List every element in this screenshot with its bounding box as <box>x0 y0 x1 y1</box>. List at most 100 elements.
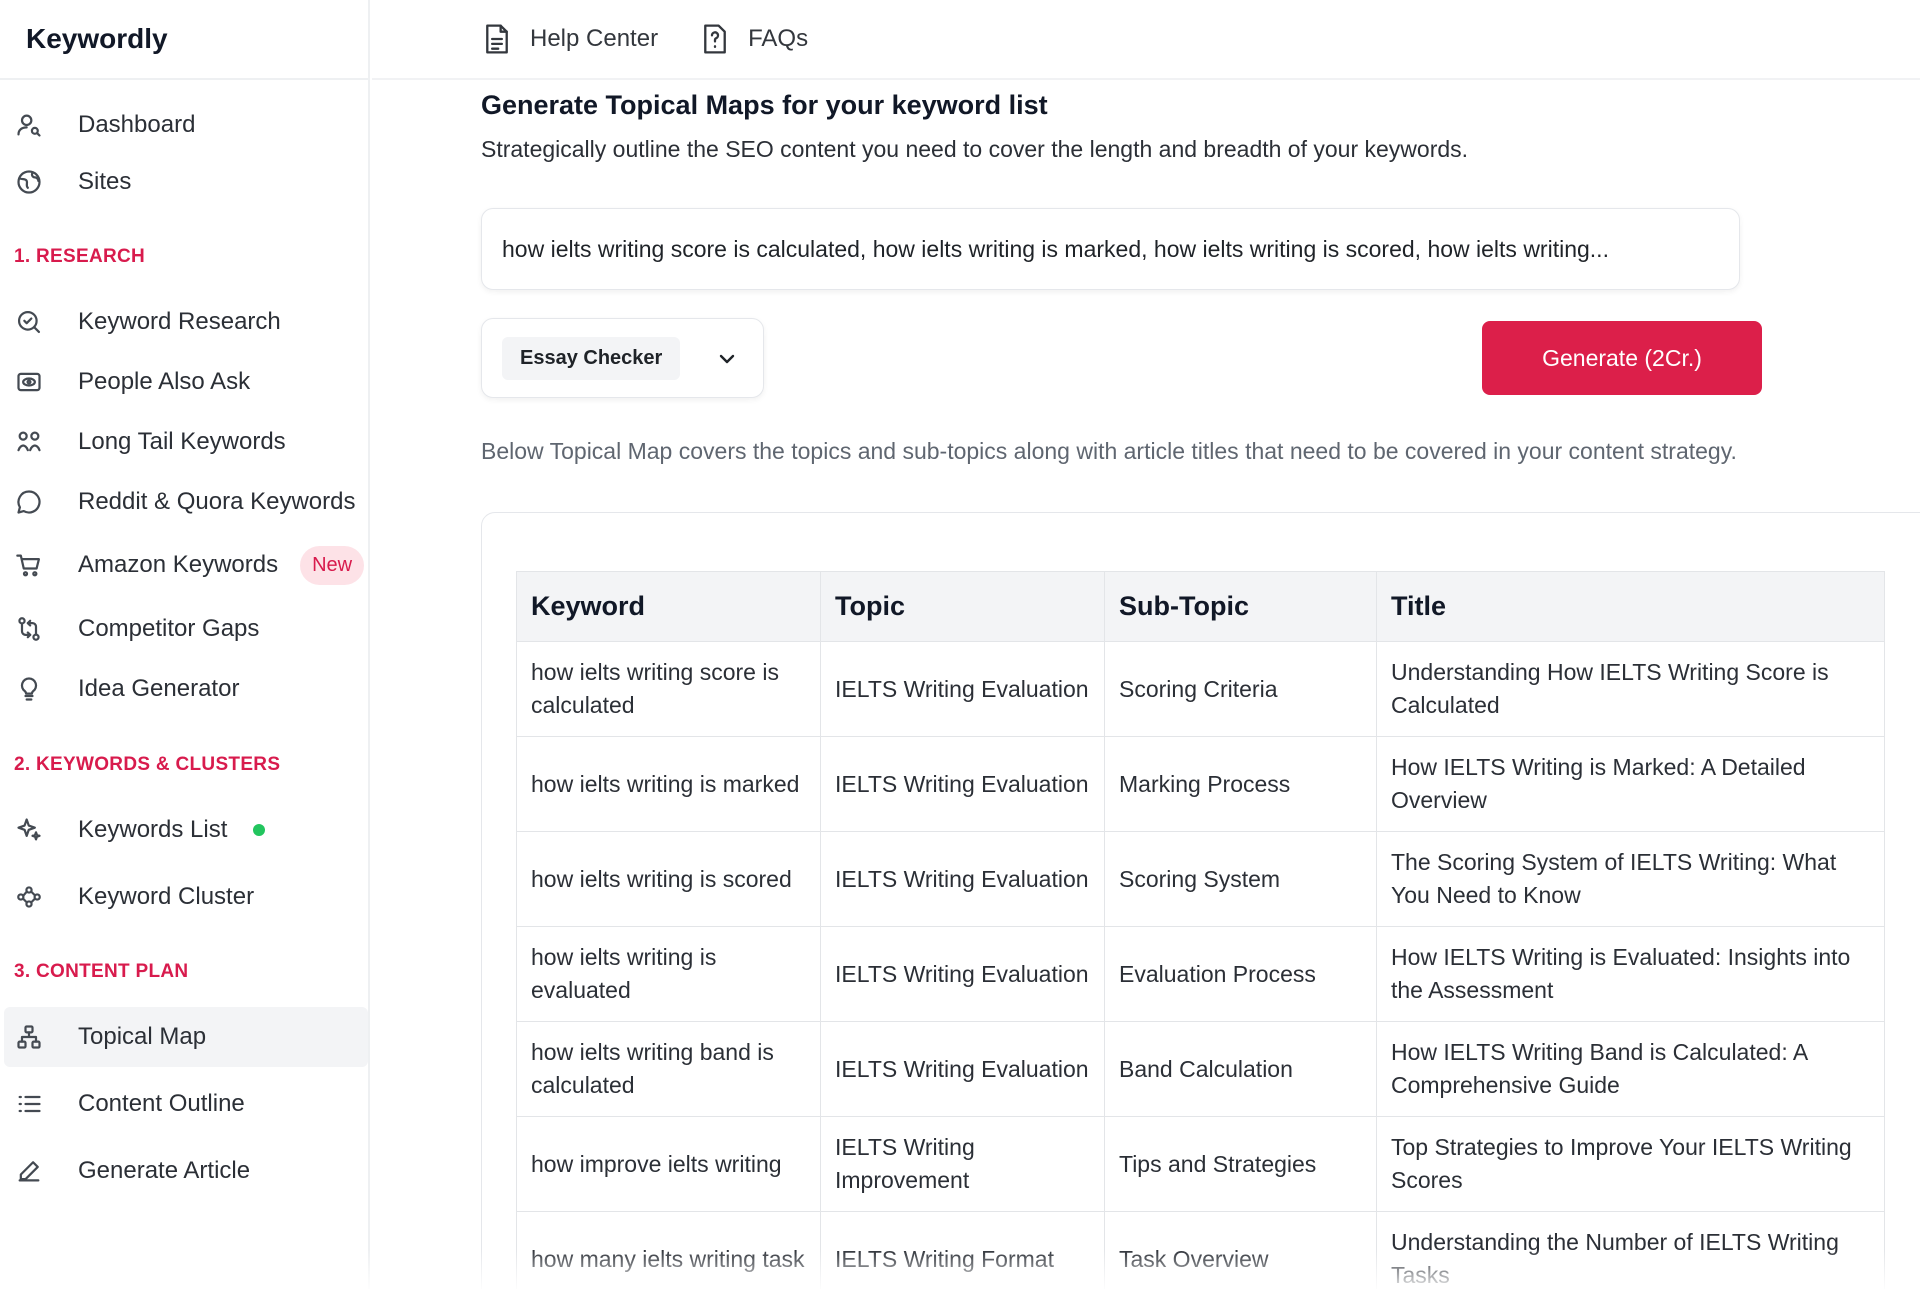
sidebar-item-competitor-gaps[interactable]: Competitor Gaps <box>0 601 368 657</box>
cell-topic: IELTS Writing Evaluation <box>820 926 1105 1022</box>
faqs-link[interactable]: FAQs <box>700 22 808 56</box>
sidebar-item-label: Idea Generator <box>78 675 240 702</box>
cell-keyword: how ielts writing is evaluated <box>516 926 821 1022</box>
git-compare-icon <box>14 614 44 644</box>
brand-logo[interactable]: Keywordly <box>0 0 368 80</box>
cell-topic: IELTS Writing Evaluation <box>820 641 1105 737</box>
sidebar-item-label: Keyword Cluster <box>78 883 255 910</box>
sidebar-item-reddit-quora[interactable]: Reddit & Quora Keywords <box>0 474 368 530</box>
user-icon <box>14 110 44 140</box>
sidebar-item-label: Keywords List <box>78 816 228 843</box>
sidebar-item-idea-generator[interactable]: Idea Generator <box>0 661 368 717</box>
sidebar-item-topical-map[interactable]: Topical Map <box>4 1007 368 1067</box>
sidebar: Keywordly Dashboard Sites 1. RESEARCH Ke… <box>0 0 370 1289</box>
globe-icon <box>14 167 44 197</box>
column-header-title[interactable]: Title <box>1376 571 1885 642</box>
search-icon <box>14 307 44 337</box>
sidebar-item-sites[interactable]: Sites <box>0 154 368 210</box>
cell-topic: IELTS Writing Evaluation <box>820 831 1105 927</box>
cell-sub-topic: Task Overview <box>1104 1211 1377 1289</box>
topical-map-table: Keyword Topic Sub-Topic Title how ielts … <box>516 571 1885 1289</box>
sidebar-item-label: Competitor Gaps <box>78 615 260 642</box>
column-header-sub-topic[interactable]: Sub-Topic <box>1104 571 1377 642</box>
sidebar-item-keyword-research[interactable]: Keyword Research <box>0 294 368 350</box>
column-header-topic[interactable]: Topic <box>820 571 1105 642</box>
cell-title: The Scoring System of IELTS Writing: Wha… <box>1376 831 1885 927</box>
generate-button[interactable]: Generate (2Cr.) <box>1482 321 1762 395</box>
cell-sub-topic: Evaluation Process <box>1104 926 1377 1022</box>
sidebar-item-label: Amazon Keywords <box>78 551 279 578</box>
cell-sub-topic: Scoring Criteria <box>1104 641 1377 737</box>
cell-topic: IELTS Writing Evaluation <box>820 736 1105 832</box>
section-research-label: 1. RESEARCH <box>14 246 146 267</box>
site-select-value: Essay Checker <box>502 336 681 380</box>
sidebar-item-amazon[interactable]: Amazon Keywords New <box>0 537 368 593</box>
table-header-row: Keyword Topic Sub-Topic Title <box>516 571 1885 642</box>
eye-icon <box>14 367 44 397</box>
topical-map-description: Below Topical Map covers the topics and … <box>481 438 1737 464</box>
topical-map-card: Keyword Topic Sub-Topic Title how ielts … <box>481 512 1920 1289</box>
cell-title: How IELTS Writing is Marked: A Detailed … <box>1376 736 1885 832</box>
cell-keyword: how ielts writing is marked <box>516 736 821 832</box>
cell-title: Understanding the Number of IELTS Writin… <box>1376 1211 1885 1289</box>
cell-keyword: how ielts writing band is calculated <box>516 1021 821 1117</box>
top-bar: Help Center FAQs <box>372 0 1920 80</box>
sidebar-item-content-outline[interactable]: Content Outline <box>0 1076 368 1132</box>
help-center-link[interactable]: Help Center <box>482 22 658 56</box>
sidebar-item-label: Keyword Research <box>78 308 281 335</box>
chevron-down-icon <box>715 347 739 371</box>
cell-topic: IELTS Writing Improvement <box>820 1116 1105 1212</box>
cell-sub-topic: Tips and Strategies <box>1104 1116 1377 1212</box>
faqs-label: FAQs <box>748 25 809 52</box>
cell-title: How IELTS Writing Band is Calculated: A … <box>1376 1021 1885 1117</box>
sidebar-item-dashboard[interactable]: Dashboard <box>0 97 368 153</box>
cell-sub-topic: Band Calculation <box>1104 1021 1377 1117</box>
sparkles-icon <box>14 815 44 845</box>
status-dot <box>253 824 266 836</box>
sidebar-item-label: Dashboard <box>78 111 196 138</box>
main-content: Generate Topical Maps for your keyword l… <box>481 80 1920 1289</box>
help-icon <box>704 24 726 54</box>
sidebar-item-label: Long Tail Keywords <box>78 428 286 455</box>
sidebar-item-label: Sites <box>78 168 132 195</box>
list-icon <box>14 1089 44 1119</box>
column-header-keyword[interactable]: Keyword <box>516 571 821 642</box>
cell-keyword: how many ielts writing task <box>516 1211 821 1289</box>
table-row: how ielts writing is marked IELTS Writin… <box>516 736 1885 832</box>
cell-keyword: how ielts writing score is calculated <box>516 641 821 737</box>
sidebar-item-people-also-ask[interactable]: People Also Ask <box>0 354 368 410</box>
tags-icon <box>14 427 44 457</box>
help-center-label: Help Center <box>530 25 659 52</box>
sidebar-item-generate-article[interactable]: Generate Article <box>0 1143 368 1199</box>
sidebar-item-keywords-list[interactable]: Keywords List <box>0 802 368 858</box>
page-subtitle: Strategically outline the SEO content yo… <box>481 136 1469 162</box>
cell-topic: IELTS Writing Format <box>820 1211 1105 1289</box>
sidebar-item-label: Content Outline <box>78 1090 245 1117</box>
table-row: how ielts writing score is calculated IE… <box>516 641 1885 737</box>
cell-sub-topic: Scoring System <box>1104 831 1377 927</box>
chat-icon <box>14 487 44 517</box>
table-row: how ielts writing band is calculated IEL… <box>516 1021 1885 1117</box>
sidebar-item-label: Generate Article <box>78 1157 251 1184</box>
sidebar-item-long-tail[interactable]: Long Tail Keywords <box>0 414 368 470</box>
pen-icon <box>14 1156 44 1186</box>
cell-title: Understanding How IELTS Writing Score is… <box>1376 641 1885 737</box>
cell-topic: IELTS Writing Evaluation <box>820 1021 1105 1117</box>
table-row: how ielts writing is scored IELTS Writin… <box>516 831 1885 927</box>
sidebar-item-label: People Also Ask <box>78 368 251 395</box>
keyword-list-input[interactable]: how ielts writing score is calculated, h… <box>481 208 1740 290</box>
table-row: how many ielts writing task IELTS Writin… <box>516 1211 1885 1289</box>
table-row: how ielts writing is evaluated IELTS Wri… <box>516 926 1885 1022</box>
sidebar-item-keyword-cluster[interactable]: Keyword Cluster <box>0 869 368 925</box>
site-select[interactable]: Essay Checker <box>481 318 764 398</box>
page-title: Generate Topical Maps for your keyword l… <box>481 90 1048 120</box>
cell-title: Top Strategies to Improve Your IELTS Wri… <box>1376 1116 1885 1212</box>
cart-icon <box>14 550 44 580</box>
cell-sub-topic: Marking Process <box>1104 736 1377 832</box>
section-keywords-label: 2. KEYWORDS & CLUSTERS <box>14 754 281 775</box>
cluster-icon <box>14 882 44 912</box>
cell-keyword: how ielts writing is scored <box>516 831 821 927</box>
sidebar-item-label: Reddit & Quora Keywords <box>78 488 356 515</box>
new-badge: New <box>300 545 365 585</box>
sidebar-item-label: Topical Map <box>78 1023 207 1050</box>
